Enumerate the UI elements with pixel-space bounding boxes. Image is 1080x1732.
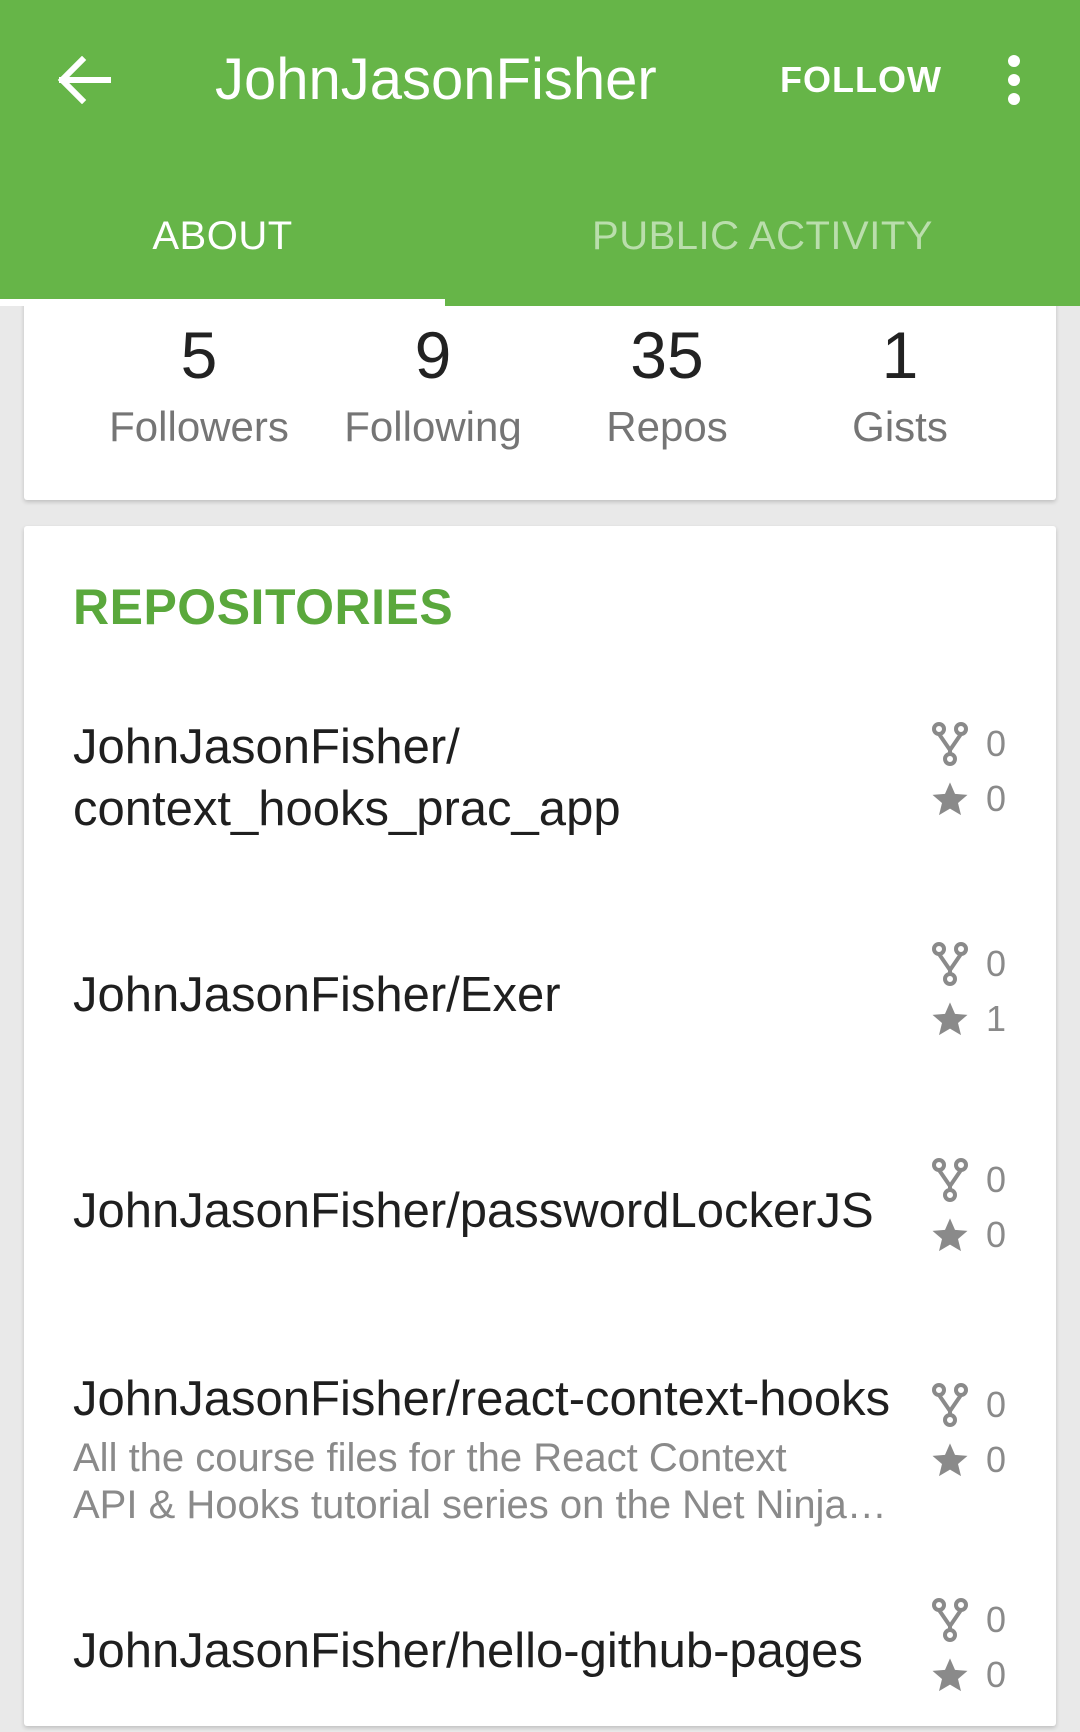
star-icon bbox=[932, 781, 968, 815]
repo-stats: 0 1 bbox=[930, 936, 1040, 1046]
fork-icon bbox=[932, 1382, 968, 1427]
fork-count: 0 bbox=[986, 1598, 1007, 1640]
repo-name: JohnJasonFisher/passwordLockerJS bbox=[73, 1184, 874, 1238]
back-button[interactable] bbox=[52, 52, 116, 108]
star-icon bbox=[932, 1657, 968, 1691]
star-count: 0 bbox=[986, 1213, 1007, 1255]
repositories-card: REPOSITORIES JohnJasonFisher/ context_ho… bbox=[24, 526, 1056, 1726]
repos-label: Repos bbox=[606, 403, 728, 450]
arrow-left-icon bbox=[57, 56, 111, 104]
fork-count: 0 bbox=[986, 722, 1007, 764]
fork-count: 0 bbox=[986, 942, 1007, 984]
gists-count: 1 bbox=[881, 318, 919, 392]
repo-item[interactable]: JohnJasonFisher/passwordLockerJS 0 0 bbox=[24, 1152, 1056, 1292]
repo-stats: 0 0 bbox=[930, 1152, 1040, 1262]
tab-about[interactable]: ABOUT bbox=[0, 200, 445, 306]
more-vert-icon bbox=[1008, 55, 1020, 105]
repo-description-line: All the course files for the React Conte… bbox=[73, 1436, 787, 1480]
repo-item[interactable]: JohnJasonFisher/Exer 0 1 bbox=[24, 936, 1056, 1076]
star-count: 0 bbox=[986, 777, 1007, 819]
tab-public-activity[interactable]: PUBLIC ACTIVITY bbox=[540, 200, 985, 306]
fork-count: 0 bbox=[986, 1383, 1007, 1425]
repo-stats: 0 0 bbox=[930, 1377, 1040, 1487]
fork-icon bbox=[932, 941, 968, 986]
star-icon bbox=[932, 1442, 968, 1476]
following-count: 9 bbox=[414, 318, 452, 392]
repo-item[interactable]: JohnJasonFisher/ context_hooks_prac_app … bbox=[24, 716, 1056, 896]
fork-icon bbox=[932, 1597, 968, 1642]
repo-stats: 0 0 bbox=[930, 1592, 1040, 1702]
star-count: 1 bbox=[986, 997, 1007, 1039]
repo-name-line: context_hooks_prac_app bbox=[73, 782, 621, 836]
stat-gists[interactable]: 1 Gists bbox=[785, 310, 1015, 454]
fork-count: 0 bbox=[986, 1158, 1007, 1200]
repo-description-line: API & Hooks tutorial series on the Net N… bbox=[73, 1483, 887, 1527]
star-icon bbox=[932, 1001, 968, 1035]
app-bar: JohnJasonFisher FOLLOW ABOUT PUBLIC ACTI… bbox=[0, 0, 1080, 306]
star-count: 0 bbox=[986, 1438, 1007, 1480]
more-options-button[interactable] bbox=[988, 50, 1040, 110]
repo-item[interactable]: JohnJasonFisher/react-context-hooks All … bbox=[24, 1346, 1056, 1536]
fork-icon bbox=[932, 1157, 968, 1202]
repo-name: JohnJasonFisher/hello-github-pages bbox=[73, 1624, 863, 1678]
repo-name-line: JohnJasonFisher/ bbox=[73, 720, 460, 774]
stat-followers[interactable]: 5 Followers bbox=[84, 310, 314, 454]
repo-name: JohnJasonFisher/react-context-hooks bbox=[73, 1372, 891, 1426]
repos-count: 35 bbox=[630, 318, 704, 392]
star-icon bbox=[932, 1217, 968, 1251]
followers-count: 5 bbox=[180, 318, 218, 392]
star-count: 0 bbox=[986, 1653, 1007, 1695]
gists-label: Gists bbox=[852, 403, 948, 450]
follow-button[interactable]: FOLLOW bbox=[780, 55, 942, 105]
stat-following[interactable]: 9 Following bbox=[318, 310, 548, 454]
repo-stats: 0 0 bbox=[930, 716, 1040, 826]
repositories-header: REPOSITORIES bbox=[73, 579, 454, 635]
stat-repos[interactable]: 35 Repos bbox=[552, 310, 782, 454]
page-title: JohnJasonFisher bbox=[215, 47, 657, 112]
repo-item[interactable]: JohnJasonFisher/hello-github-pages 0 0 bbox=[24, 1592, 1056, 1732]
fork-icon bbox=[932, 721, 968, 766]
active-tab-indicator bbox=[0, 299, 445, 306]
following-label: Following bbox=[344, 403, 522, 450]
followers-label: Followers bbox=[109, 403, 289, 450]
repo-name: JohnJasonFisher/Exer bbox=[73, 968, 561, 1022]
